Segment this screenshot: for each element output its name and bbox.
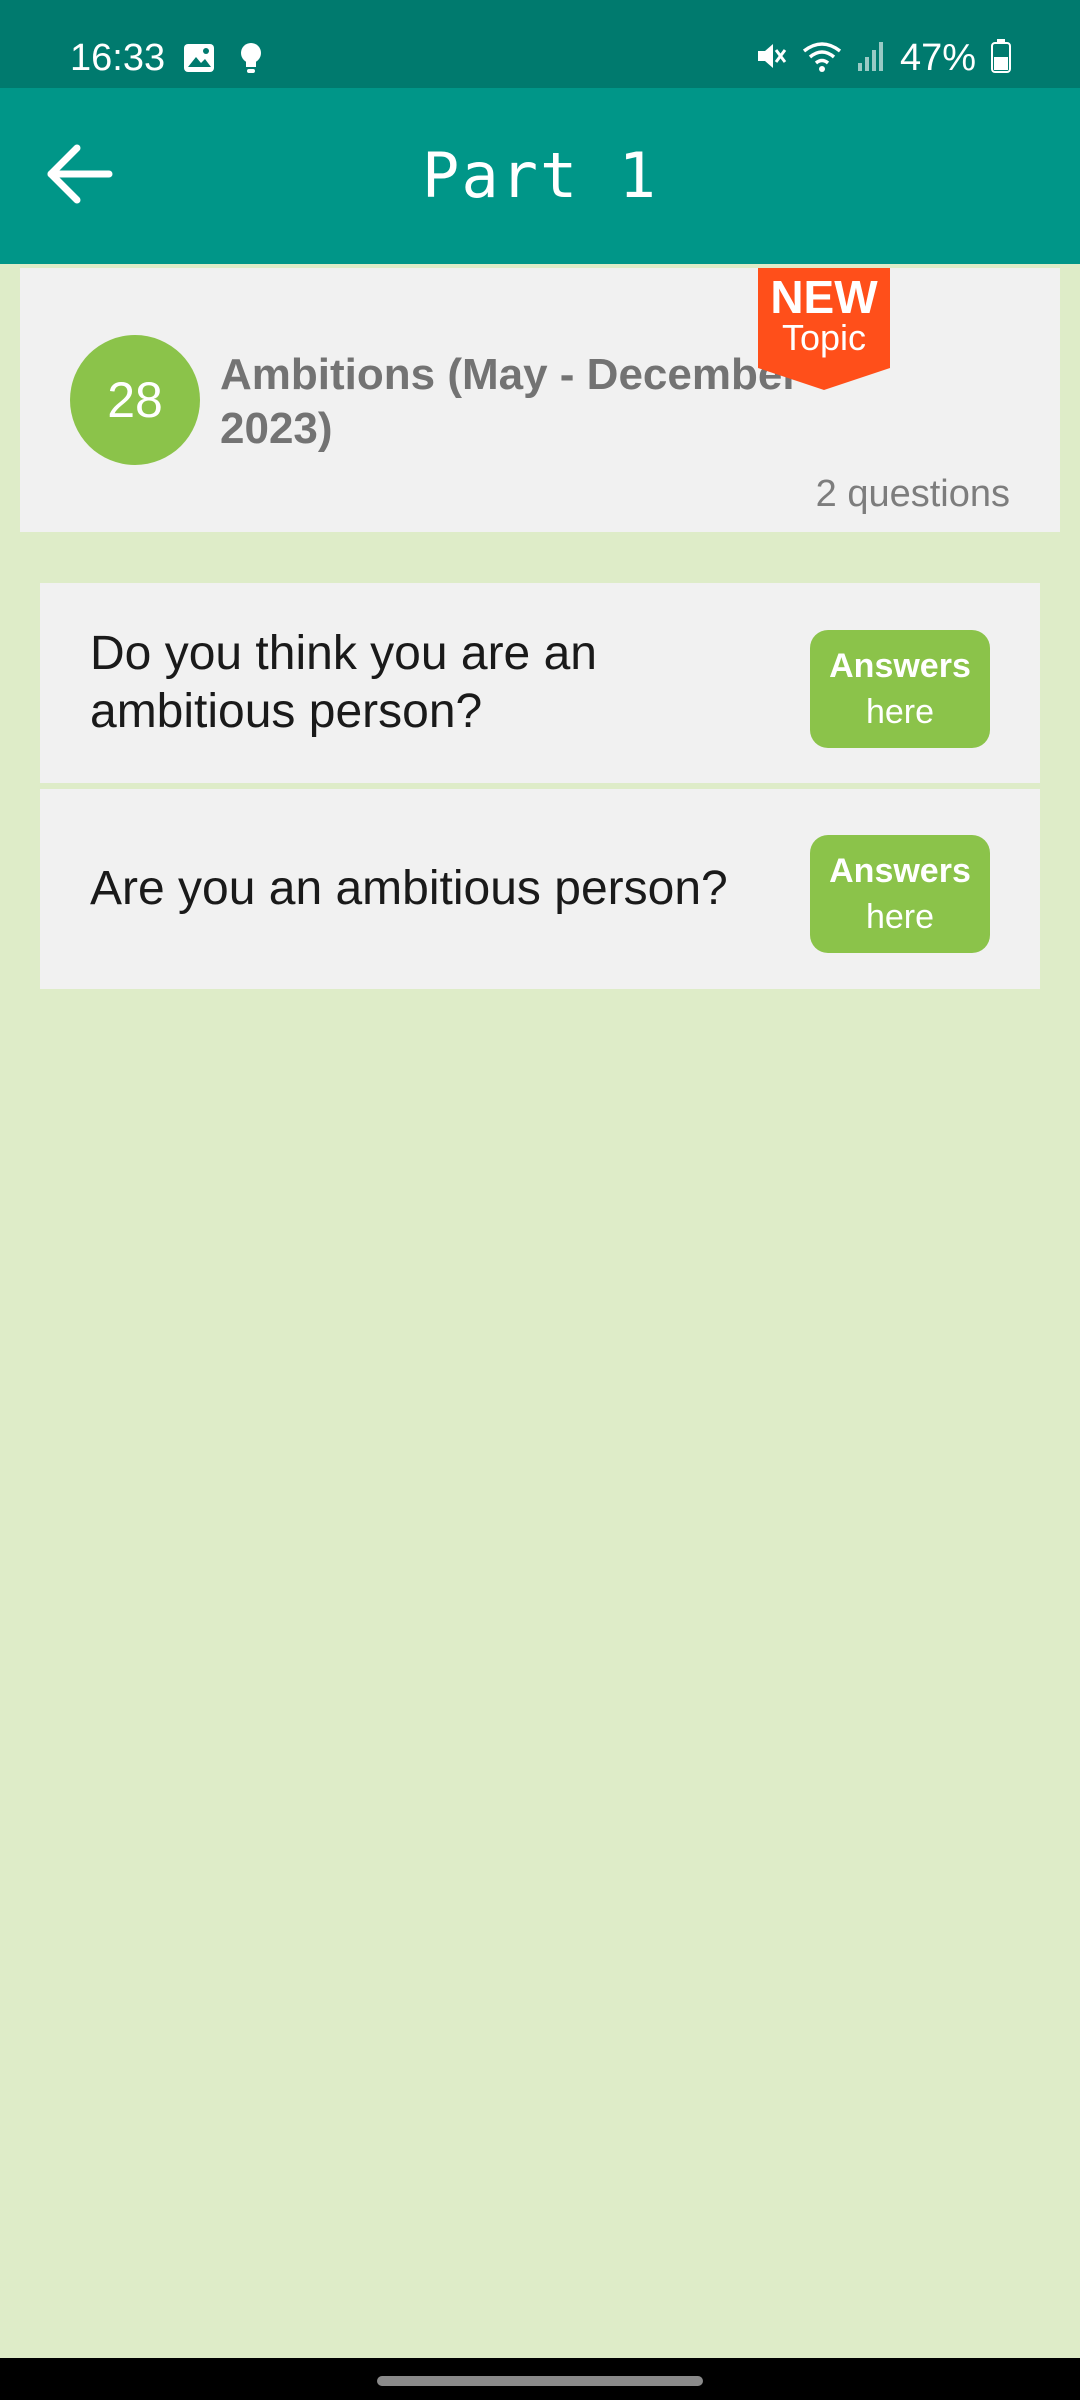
page-title: Part 1 — [422, 139, 658, 212]
mute-icon — [754, 39, 788, 78]
answers-button-label: Answers — [829, 852, 971, 890]
answers-button-sub: here — [865, 898, 935, 936]
app-bar: Part 1 — [0, 88, 1080, 264]
answers-button[interactable]: Answers here — [810, 630, 990, 748]
status-right-icons: 47% — [754, 36, 1012, 80]
status-bar: 16:33 47% — [0, 0, 1080, 88]
question-count: 2 questions — [815, 473, 1010, 515]
answers-button-label: Answers — [829, 647, 971, 685]
answers-button-sub: here — [865, 693, 935, 731]
signal-icon — [856, 39, 886, 78]
question-text: Are you an ambitious person? — [90, 862, 728, 915]
topic-title: Ambitions (May - December 2023) — [220, 350, 800, 453]
battery-icon — [990, 38, 1012, 79]
new-topic-badge: NEW Topic — [758, 268, 890, 390]
navigation-bar — [0, 2358, 1080, 2400]
home-indicator[interactable] — [377, 2376, 703, 2386]
image-icon — [182, 42, 216, 79]
wifi-icon — [802, 39, 842, 78]
status-time: 16:33 — [70, 37, 166, 79]
bulb-icon — [238, 41, 264, 80]
status-left-icons — [182, 40, 264, 80]
new-badge-sub: Topic — [781, 317, 867, 358]
new-badge-label: NEW — [770, 271, 878, 323]
answers-button[interactable]: Answers here — [810, 835, 990, 953]
topic-card[interactable]: 28 Ambitions (May - December 2023) 2 que… — [20, 268, 1060, 532]
battery-percent: 47% — [899, 37, 976, 79]
question-text: Do you think you are an ambitious person… — [90, 627, 597, 738]
question-item[interactable]: Do you think you are an ambitious person… — [40, 583, 1040, 783]
question-item[interactable]: Are you an ambitious person? Answers her… — [40, 789, 1040, 989]
topic-number-badge: 28 — [70, 335, 200, 465]
